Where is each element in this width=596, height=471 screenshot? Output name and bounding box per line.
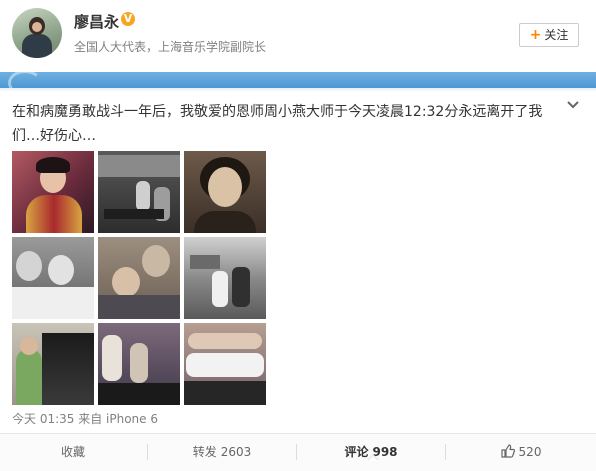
repost-label: 转发 <box>192 445 217 459</box>
photo-7[interactable] <box>12 323 94 405</box>
post-source: 今天 01:35 来自 iPhone 6 <box>12 412 158 426</box>
action-bar: 收藏 转发 2603 评论 998 520 <box>0 434 596 471</box>
photo-5-man <box>142 245 170 277</box>
comment-button[interactable]: 评论 998 <box>297 434 445 471</box>
photo-6[interactable] <box>184 237 266 319</box>
photo-5[interactable] <box>98 237 180 319</box>
plus-icon: + <box>529 27 542 43</box>
photo-8-person-a <box>102 335 122 381</box>
user-description: 全国人大代表，上海音乐学院副院长 <box>74 40 267 54</box>
avatar-face <box>32 22 42 32</box>
comment-label: 评论 <box>344 445 369 459</box>
favorite-button[interactable]: 收藏 <box>0 434 146 471</box>
photo-8-person-b <box>130 343 148 383</box>
photo-8[interactable] <box>98 323 180 405</box>
photo-2-person-a <box>136 181 150 211</box>
photo-6-building <box>190 255 220 269</box>
photo-9-row-b <box>186 353 264 377</box>
repost-button[interactable]: 转发 2603 <box>148 434 296 471</box>
comment-active-caret-inner <box>368 456 378 461</box>
post-header: 廖昌永 V 全国人大代表，上海音乐学院副院长 + 关注 <box>0 0 596 70</box>
repost-count: 2603 <box>220 445 252 459</box>
photo-9-piano <box>184 381 266 405</box>
photo-2[interactable] <box>98 151 180 233</box>
username-link[interactable]: 廖昌永 <box>74 11 119 32</box>
banner-deco <box>8 70 42 96</box>
photo-6-person-b <box>232 267 250 307</box>
photo-4[interactable] <box>12 237 94 319</box>
thumbs-up-icon <box>500 444 515 458</box>
photo-1-hair <box>36 157 70 173</box>
photo-2-table <box>104 209 164 219</box>
photo-4-shirts <box>12 287 94 319</box>
follow-button[interactable]: + 关注 <box>519 23 579 47</box>
photo-7-head <box>20 337 38 355</box>
photo-2-window <box>98 155 180 177</box>
photo-3[interactable] <box>184 151 266 233</box>
photo-8-piano <box>98 383 180 405</box>
photo-7-person <box>16 349 42 405</box>
follow-label: 关注 <box>544 28 569 42</box>
photo-5-woman <box>112 267 140 297</box>
photo-3-shoulders <box>194 211 256 233</box>
like-count: 520 <box>518 445 542 459</box>
favorite-label: 收藏 <box>60 445 85 459</box>
banner-strip <box>0 70 596 96</box>
photo-4-woman <box>48 255 74 285</box>
photo-9-row-a <box>188 333 262 349</box>
verified-badge-icon: V <box>121 12 135 26</box>
avatar-figure <box>22 34 52 58</box>
photo-1[interactable] <box>12 151 94 233</box>
photo-4-man <box>16 251 42 281</box>
photo-5-clothes <box>98 295 180 319</box>
like-button[interactable]: 520 <box>446 434 596 471</box>
photo-3-face <box>208 167 242 207</box>
chevron-down-icon[interactable] <box>566 98 580 112</box>
avatar[interactable] <box>12 8 62 58</box>
photo-1-dress <box>26 195 82 233</box>
photo-7-piano <box>42 333 94 405</box>
banner-shadow <box>0 88 596 92</box>
photo-9[interactable] <box>184 323 266 405</box>
photo-6-person-a <box>212 271 228 307</box>
post-text: 在和病魔勇敢战斗一年后，我敬爱的恩师周小燕大师于今天凌晨12:32分永远离开了我… <box>12 104 543 144</box>
